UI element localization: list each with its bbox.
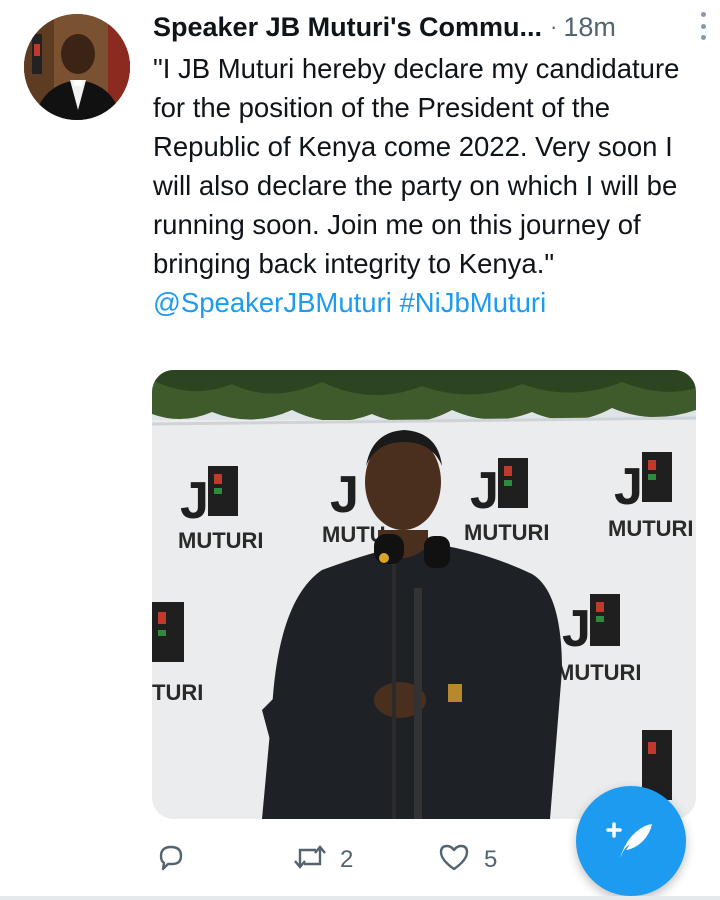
retweet-button[interactable]: 2 — [292, 838, 353, 882]
avatar[interactable] — [24, 14, 130, 120]
svg-text:J: J — [562, 600, 591, 658]
more-vertical-icon[interactable] — [698, 12, 708, 40]
tweet-text: "I JB Muturi hereby declare my candidatu… — [153, 49, 698, 322]
svg-text:J: J — [330, 466, 359, 524]
hashtag-link[interactable]: #NiJbMuturi — [399, 287, 546, 318]
like-count: 5 — [484, 846, 498, 873]
svg-text:MUTURI: MUTURI — [556, 660, 642, 685]
svg-text:MUTURI: MUTURI — [178, 528, 264, 553]
retweet-icon — [292, 842, 328, 879]
retweet-count: 2 — [340, 846, 354, 873]
tweet-header: Speaker JB Muturi's Commu... · 18m — [153, 10, 698, 44]
separator-dot: · — [550, 14, 558, 39]
tweet-text-main: "I JB Muturi hereby declare my candidatu… — [153, 53, 680, 279]
heart-icon — [438, 842, 470, 879]
svg-text:J: J — [470, 462, 499, 520]
compose-button[interactable] — [576, 786, 686, 896]
bottom-divider — [0, 896, 720, 900]
svg-text:J: J — [614, 458, 643, 516]
tweet-media-image[interactable]: J MUTURI J MUTU J MUTURI J MUTURI TURI J — [152, 370, 696, 819]
tweet-actions: 2 5 — [152, 838, 552, 882]
svg-text:MUTURI: MUTURI — [464, 520, 550, 545]
svg-text:TURI: TURI — [152, 680, 203, 705]
svg-text:MUTURI: MUTURI — [608, 516, 694, 541]
compose-feather-icon — [606, 814, 656, 869]
reply-button[interactable] — [156, 838, 186, 882]
tweet-timestamp[interactable]: 18m — [563, 12, 616, 43]
like-button[interactable]: 5 — [438, 838, 497, 882]
author-name[interactable]: Speaker JB Muturi's Commu... — [153, 12, 542, 43]
mention-link[interactable]: @SpeakerJBMuturi — [153, 287, 392, 318]
svg-text:J: J — [180, 472, 209, 530]
reply-icon — [156, 842, 186, 879]
